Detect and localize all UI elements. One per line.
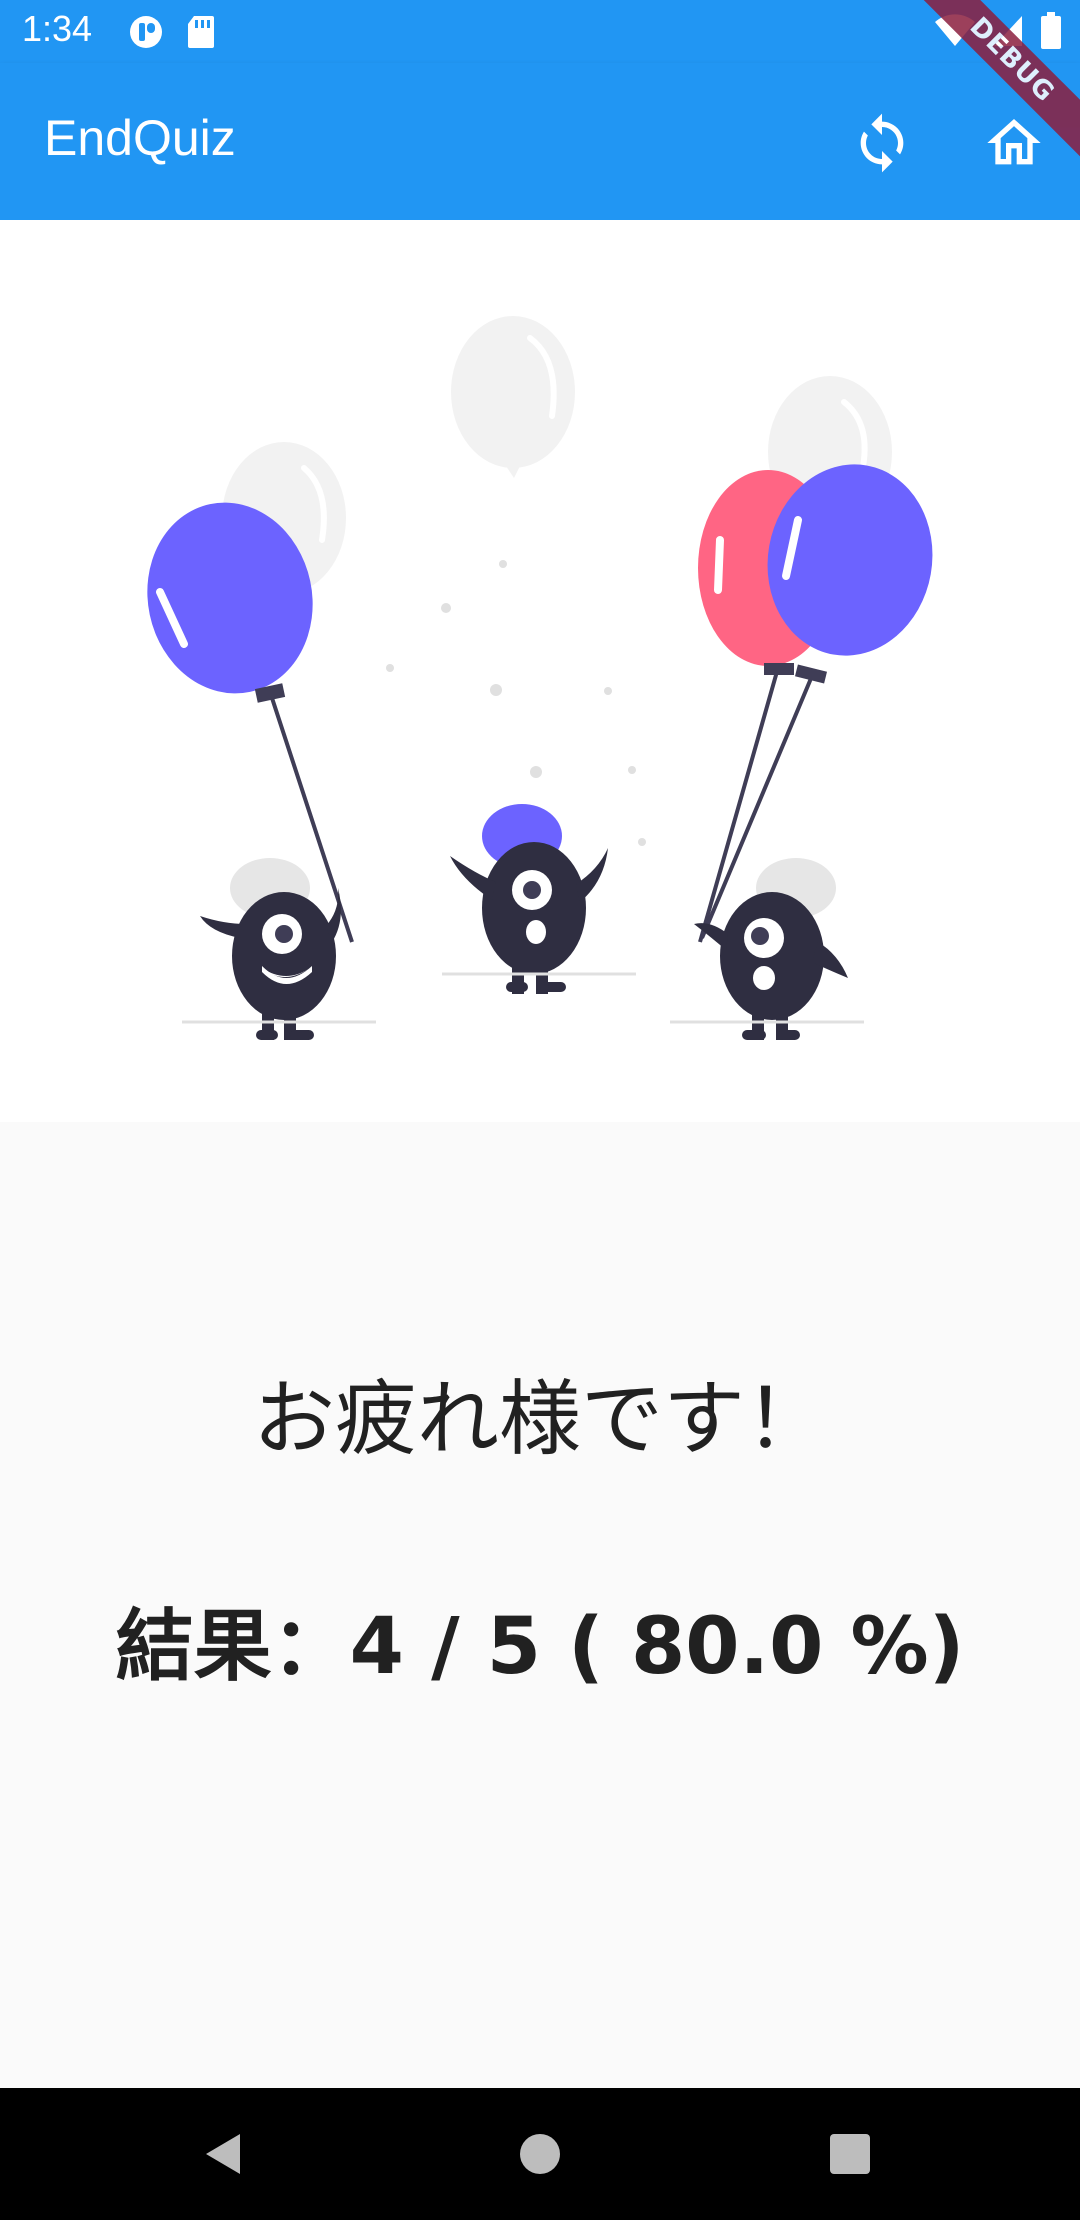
grey-balloon-center bbox=[451, 316, 575, 478]
result-area: お疲れ様です！ 結果：4 / 5 ( 80.0 %) bbox=[0, 1122, 1080, 2088]
system-nav-bar bbox=[0, 2088, 1080, 2220]
app-bar: EndQuiz bbox=[0, 63, 1080, 220]
result-score: 結果：4 / 5 ( 80.0 %) bbox=[0, 1584, 1080, 1696]
monster-left bbox=[182, 858, 376, 1040]
completion-message: お疲れ様です！ bbox=[252, 1372, 827, 1467]
sd-card-icon bbox=[188, 16, 214, 48]
refresh-button[interactable] bbox=[850, 111, 914, 175]
home-circle-icon bbox=[520, 2134, 560, 2174]
app-title: EndQuiz bbox=[44, 110, 236, 166]
back-icon bbox=[206, 2134, 240, 2174]
recent-apps-icon bbox=[830, 2134, 870, 2174]
celebration-illustration bbox=[147, 316, 933, 1040]
status-time: 1:34 bbox=[22, 8, 93, 49]
status-bar: 1:34 bbox=[0, 0, 1080, 63]
confetti-dots bbox=[386, 560, 646, 846]
home-button[interactable] bbox=[982, 111, 1046, 175]
monster-right bbox=[670, 858, 864, 1040]
battery-icon bbox=[1041, 12, 1061, 49]
home-icon bbox=[987, 119, 1041, 165]
nav-home-button[interactable] bbox=[510, 2124, 570, 2184]
nav-back-button[interactable] bbox=[196, 2124, 256, 2184]
notification-app-icon bbox=[130, 16, 162, 48]
monster-center bbox=[442, 804, 636, 994]
result-label: 結果： bbox=[115, 1602, 350, 1692]
nav-recent-apps-button[interactable] bbox=[820, 2124, 880, 2184]
refresh-icon bbox=[860, 113, 904, 173]
result-score-text: 4 / 5 ( 80.0 %) bbox=[349, 1602, 965, 1692]
illustration-area bbox=[0, 220, 1080, 1122]
